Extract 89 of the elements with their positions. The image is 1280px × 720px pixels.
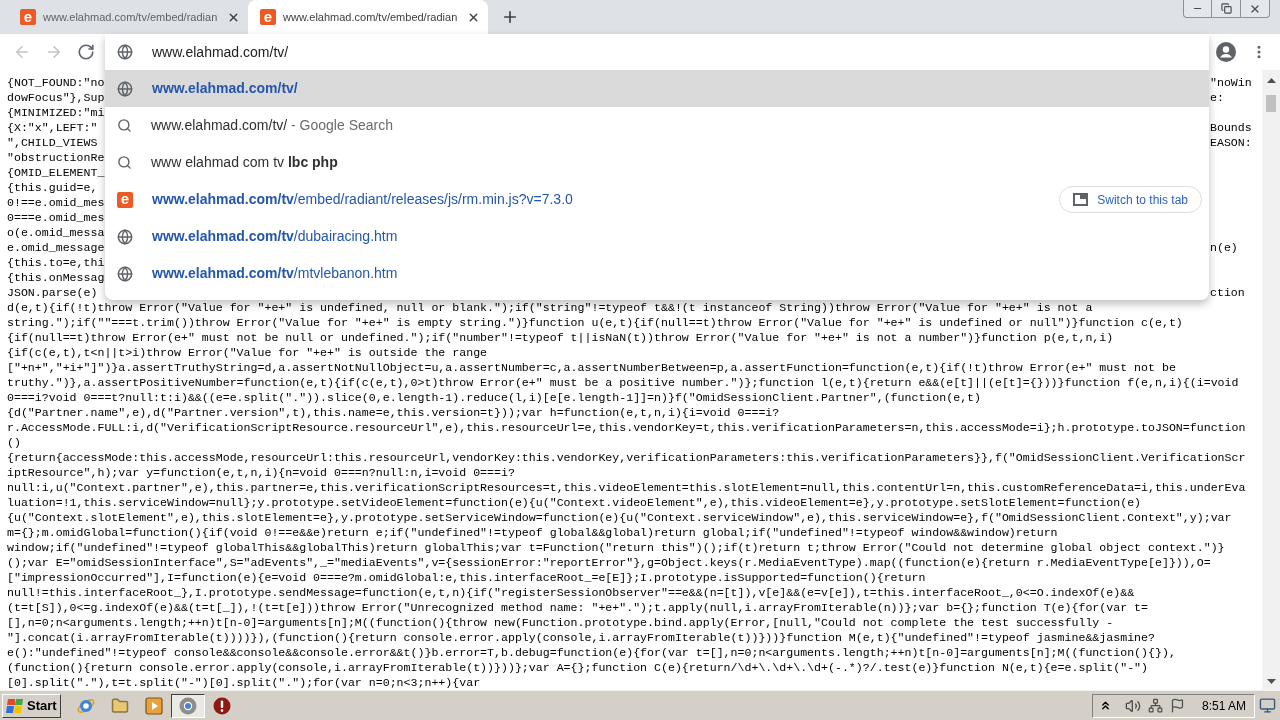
desktop-icon[interactable] <box>1259 697 1276 714</box>
code-text: "obstructionRe <box>7 150 105 165</box>
reload-icon[interactable] <box>77 43 95 61</box>
browser-tab[interactable]: e www.elahmad.com/tv/embed/radian <box>248 0 488 34</box>
address-field[interactable]: www.elahmad.com/tv/ <box>152 41 1209 63</box>
code-text: {X:"x",LEFT:" <box>7 120 98 135</box>
code-text: n(e) <box>1210 240 1238 255</box>
new-tab-icon[interactable] <box>501 8 519 26</box>
globe-icon <box>117 228 133 245</box>
code-line: "].concat(i.arrayFromIterable(t))))}),(function(){return console.error.apply(console,i.arrayFromIterable(t))}))}function M(e,t){"undefined"!=typeof jasmine&&jasmine? <box>7 630 1155 645</box>
code-text: o(e.omid_messa <box>7 225 105 240</box>
code-text: {this.to=e,thi <box>7 255 105 270</box>
switch-to-tab-button[interactable]: Switch to this tab <box>1059 186 1202 213</box>
account-icon[interactable] <box>1216 42 1236 62</box>
media-player-icon <box>144 696 163 715</box>
scrollbar-thumb[interactable] <box>1266 95 1276 112</box>
close-button[interactable] <box>1241 0 1270 18</box>
code-text: e: <box>1210 90 1224 105</box>
code-line: (t=t[S]),0<=g.indexOf(e)&&(t=t[_]),!(t=t[e]))throw Error("Unrecognized method name: "+e+".");t.apply(null,i.arrayFromIterable(n))};var b={};function T(e){for(var t= <box>7 600 1148 615</box>
suggestion-item[interactable]: e www.elahmad.com/tv/embed/radiant/releases/js/rm.min.js?v=7.3.0 Switch to this tab <box>105 181 1209 218</box>
flag-logo-icon <box>6 697 24 714</box>
search-icon <box>117 118 132 133</box>
taskbar-button[interactable] <box>170 693 205 718</box>
scrollbar[interactable] <box>1262 70 1280 690</box>
globe-icon <box>117 44 133 60</box>
code-line: iptResource",h);var y=function(e,t,n,i){n=void 0===n?null:n,i=void 0===i? <box>7 465 515 480</box>
code-line: luation=!1,this.serviceWindow=null};y.prototype.setVideoElement=function(e){u("Context.videoElement",e),this.videoElement=e},y.prototype.setSlotElement=function(e) <box>7 495 1142 510</box>
code-line: 0===i?void 0===t?null:t:i)&&((e=e.split(".")).slice(0,e.length-1).reduce(l,i)[e[e.length-1]]=n)}f("OmidSessionClient.Partner",(function(e,t) <box>7 390 982 405</box>
code-line: string.");if(""===t.trim())throw Error("Value for "+e+" is empty string.")}function u(e,t){if(null==t)throw Error("Value for "+e+" is undefined or null")}function c(e,t) <box>7 315 1183 330</box>
code-line: {if(c(e,t),t<n||t>i)throw Error("Value for "+e+" is outside the range <box>7 345 488 360</box>
code-line: window;if("undefined"!=typeof globalThis&&globalThis)return globalThis;var t=Function("return this")();if(t)return t;throw Error("Could not determine global object context.")} <box>7 540 1225 555</box>
code-line: r.AccessMode.FULL:i,d("VerificationScriptResource.resourceUrl",e),this.resourceUrl=e,this.vendorKey=t,this.verificationParameters=n,this.accessMode=i};h.prototype.toJSON=function <box>7 420 1246 435</box>
suggestion-item[interactable]: www elahmad com tv lbc php <box>105 144 1209 181</box>
code-text: e.omid_message <box>7 240 105 255</box>
code-line: ();var E="omidSessionInterface",S="adEvents",_="mediaEvents",v={sessionError:"reportError"},g=Object.keys(r.MediaEventType).map((function(e){return r.MediaEventType[e]})),O= <box>7 555 1211 570</box>
code-line: d(e,t){if(!t)throw Error("Value for "+e+" is undefined, null or blank.");if("string"!=typeof t&&!(t instanceof String))throw Error("Value for "+e+" is not a <box>7 300 1093 315</box>
suggestion-item[interactable]: www.elahmad.com/tv/dubairacing.htm <box>105 218 1209 255</box>
code-text: 0===e.omid_mes <box>7 210 105 225</box>
scroll-up-icon[interactable] <box>1266 78 1276 83</box>
clock-time: 8:51 AM <box>1201 697 1246 715</box>
code-text: ction <box>1210 285 1245 300</box>
favicon-icon: e <box>260 9 276 25</box>
code-line: m={};m.omidGlobal=function(){if(void 0!==e&&e)return e;if("undefined"!=typeof global&&global)return global;if("undefined"!=typeof window&&window)return <box>7 525 1058 540</box>
code-text: {this.onMessag <box>7 270 105 285</box>
code-line: ["impressionOccurred"],I=function(e){e=void 0===e?m.omidGlobal:e,this.interfaceRoot_=e[E]};I.prototype.isSupported=function(){return <box>7 570 926 585</box>
globe-icon <box>117 80 133 97</box>
code-text: EASON: <box>1210 135 1252 150</box>
code-text: {NOT_FOUND:"no <box>7 75 105 90</box>
suggestion-item[interactable]: www.elahmad.com/tv/mtvlebanon.htm <box>105 255 1209 292</box>
code-line: () <box>7 435 21 450</box>
code-line: truthy.")},a.assertPositiveNumber=function(e,t){if(c(e,t),0>t)throw Error(e+" must be a positive number.")};function l(e,t){return e&&(e[t]||(e[t]={}))}function f(e,n,i){(i=void <box>7 375 1239 390</box>
code-line: [0].split("."),t=t.split("-")[0].split(".");for(var n=0;n<3;n++){var <box>7 675 481 690</box>
code-text: 0!==e.omid_mes <box>7 195 105 210</box>
restore-button[interactable] <box>1212 0 1241 18</box>
speaker-icon[interactable] <box>1124 697 1141 714</box>
restore-icon <box>1220 3 1232 14</box>
exclamation-circle-icon <box>212 696 231 715</box>
code-text: dowFocus"},Sup <box>7 90 105 105</box>
scroll-down-icon[interactable] <box>1266 679 1276 684</box>
favicon-icon: e <box>117 191 133 208</box>
code-text: JSON.parse(e) <box>7 285 98 300</box>
round-browser-icon <box>178 696 197 715</box>
folder-icon <box>110 696 129 715</box>
code-line: e():"undefined"!=typeof console&&console&&console.error&&t()}b.error=T,b.debug=function(e){for(var t=[],n=0;n<arguments.length;++n)t[n-0]=arguments[n];M((function(){}), <box>7 645 1176 660</box>
code-line: null:i,u("Context.partner",e),this.partner=e,this.verificationScriptResources=t,this.videoElement=this.slotElement=null,this.contentUrl=n,this.customReferenceData=i,this.underEva <box>7 480 1246 495</box>
code-line: [],n=0;n<arguments.length;++n)t[n-0]=arguments[n];M((function(){throw new(Function.prototype.bind.apply(Error,[null,"Could not complete the test successfully - <box>7 615 1114 630</box>
code-line: ["+n+","+i+"]")}a.assertTruthyString=d,a.assertNotNullObject=u,a.assertNumber=c,a.assertNumberBetween=p,a.assertFunction=function(e,t){if(!t)throw Error(e+" must not be <box>7 360 1176 375</box>
code-text: {MINIMIZED:"mi <box>7 105 105 120</box>
code-line: {return{accessMode:this.accessMode,resourceUrl:this.resourceUrl,vendorKey:this.vendorKey,verificationParameters:this.verificationParameters}},f("OmidSessionClient.VerificationScr <box>7 450 1246 465</box>
code-text: Bounds <box>1210 120 1252 135</box>
search-icon <box>117 155 132 170</box>
tab-icon <box>1073 193 1089 206</box>
flag-icon[interactable] <box>1169 698 1185 713</box>
code-line: (function(){return console.error.apply(console,i.arrayFromIterable(t))}))};var A={};function C(e){return/\d+\.\d+\.\d+(-.*)?/.test(e)}function N(e,t){e=e.split("-") <box>7 660 1148 675</box>
code-line: {u("Context.slotElement",e),this.slotElement=e},y.prototype.setServiceWindow=function(e){u("Context.serviceWindow",e),this.serviceWindow=e},f("OmidSessionClient.Context",y);var <box>7 510 1232 525</box>
start-button[interactable]: Start <box>2 693 61 718</box>
network-icon[interactable] <box>1147 698 1163 713</box>
suggestion-item[interactable]: www.elahmad.com/tv/ <box>105 70 1209 107</box>
browser-tab[interactable]: e www.elahmad.com/tv/embed/radian <box>8 0 248 34</box>
code-text: {OMID_ELEMENT_ <box>7 165 105 180</box>
code-line: {if(null==t)throw Error(e+" must not be null or undefined.");if("number"!=typeof t||isNaN(t))throw Error("Value for "+e+" is not a number")}function p(e,t,n,i) <box>7 330 1114 345</box>
code-line: null!=this.interfaceRoot_},I.prototype.sendMessage=function(e,t,n){if("registerSessionObserver"==e&&(n=[t]),v[e]&&(e=v[e]),t=this.interfaceRoot_,0<=O.indexOf(e)&& <box>7 585 1135 600</box>
favicon-icon: e <box>20 9 36 25</box>
suggestion-item[interactable]: www.elahmad.com/tv/ - Google Search <box>105 107 1209 144</box>
globe-icon <box>117 265 133 282</box>
code-line: {d("Partner.name",e),d("Partner.version",t),this.name=e,this.version=t}));var h=function(e,t,n,i){i=void 0===i? <box>7 405 780 420</box>
code-text: ",CHILD_VIEWS <box>7 135 98 150</box>
code-text: {this.guid=e, <box>7 180 98 195</box>
code-text: "noWin <box>1210 75 1252 90</box>
